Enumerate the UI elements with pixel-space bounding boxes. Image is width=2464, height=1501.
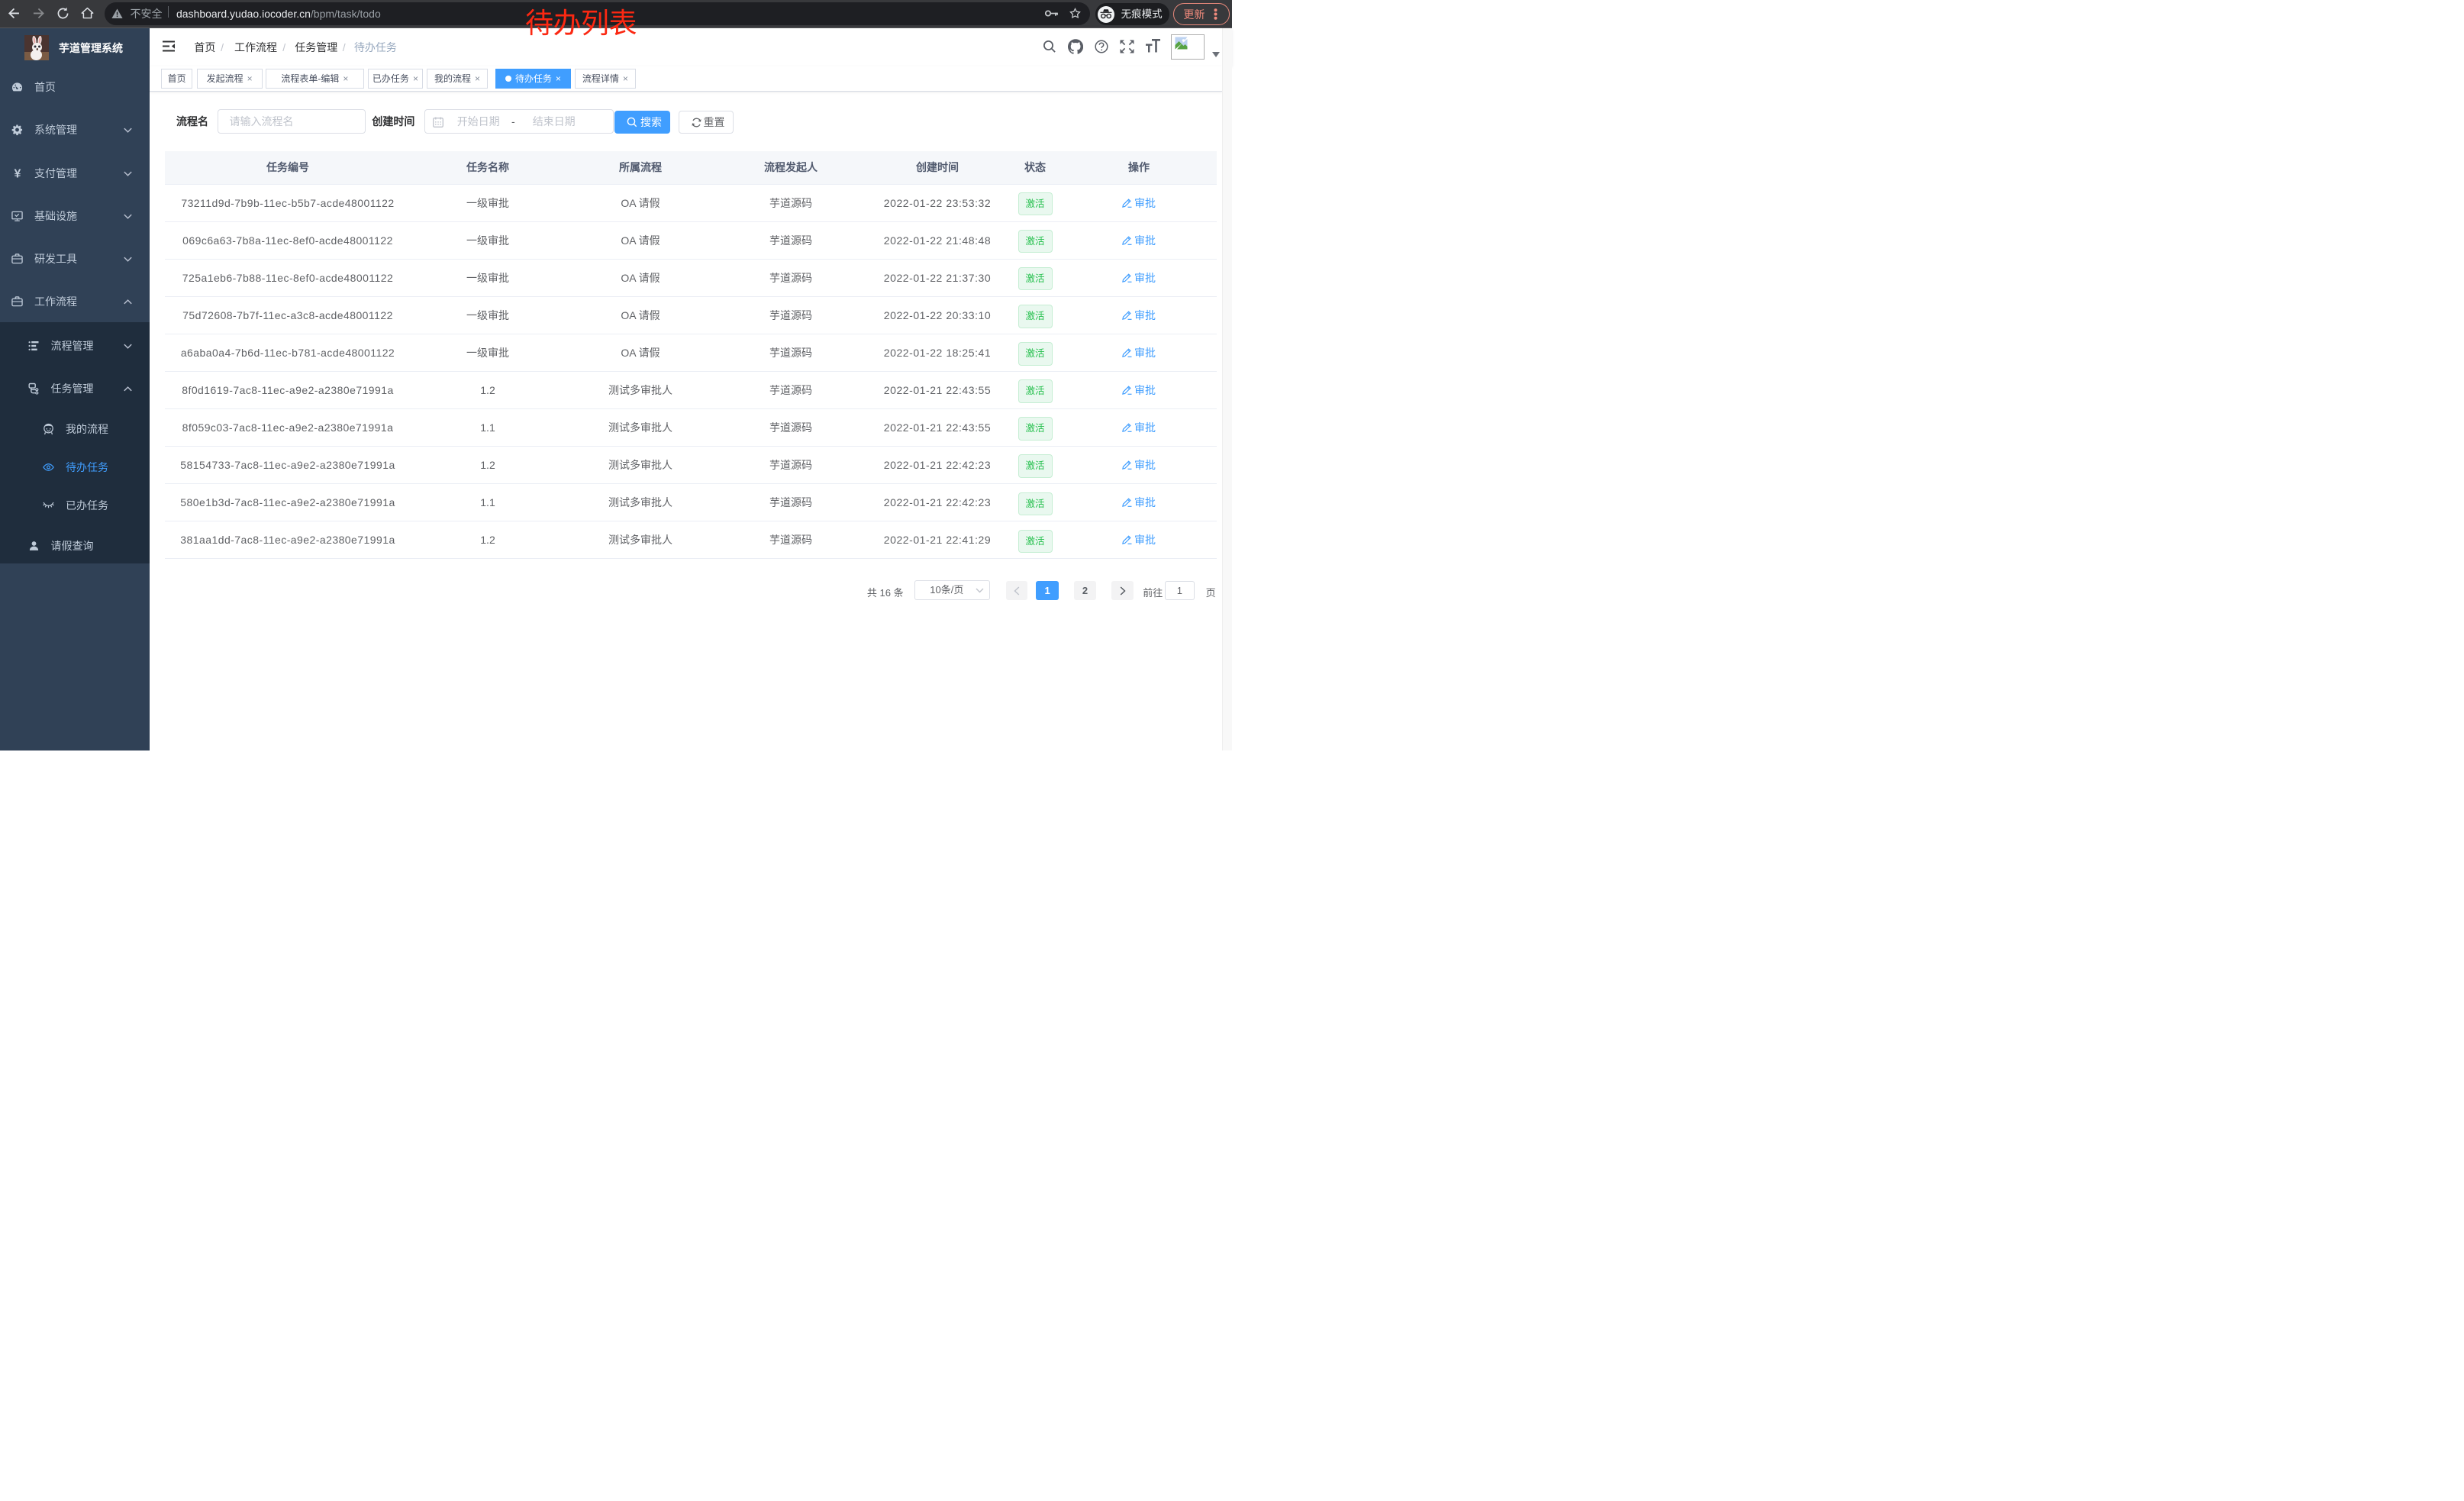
svg-text:¥: ¥	[15, 167, 21, 179]
